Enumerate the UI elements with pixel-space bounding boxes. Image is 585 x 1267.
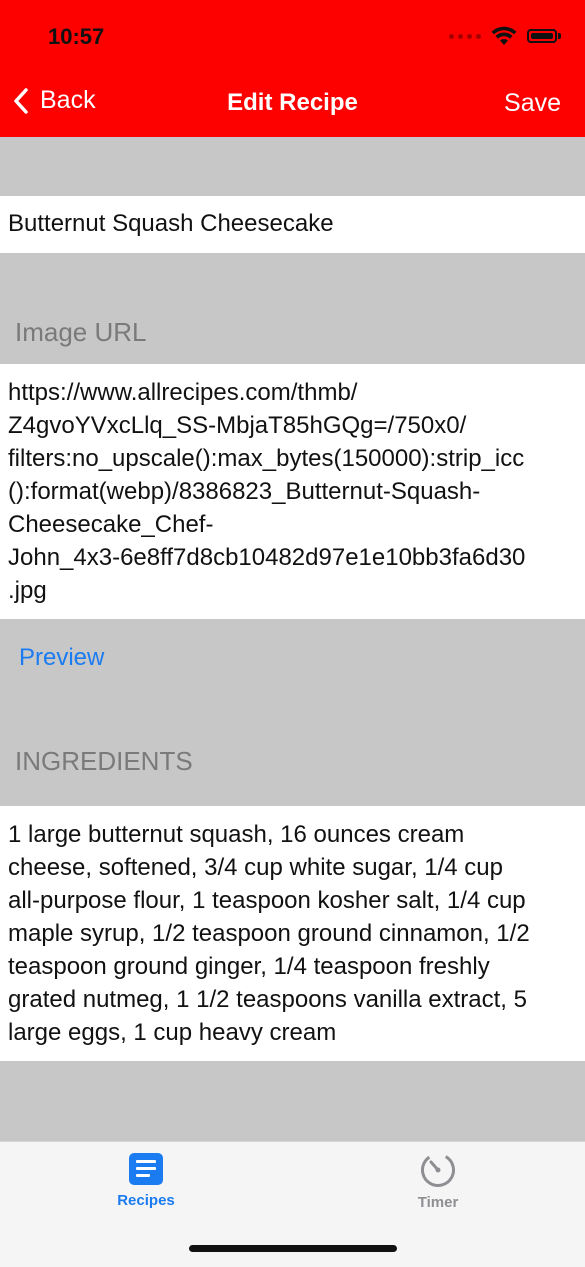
image-url-text: https://www.allrecipes.com/thmb/ Z4gvoYV… [8,376,525,607]
tab-recipes[interactable]: Recipes [86,1152,206,1209]
ingredient-line: maple syrup, 1/2 teaspoon ground cinnamo… [8,920,530,947]
url-line: filters:no_upscale():max_bytes(150000):s… [8,445,525,472]
ingredients-text: 1 large butternut squash, 16 ounces crea… [8,818,530,1049]
save-button[interactable]: Save [504,89,561,118]
ingredients-field[interactable]: 1 large butternut squash, 16 ounces crea… [0,806,585,1061]
url-line: https://www.allrecipes.com/thmb/ [8,379,358,406]
home-indicator[interactable] [189,1245,397,1252]
image-url-field[interactable]: https://www.allrecipes.com/thmb/ Z4gvoYV… [0,364,585,619]
ingredient-line: large eggs, 1 cup heavy cream [8,1019,337,1046]
tab-timer-label: Timer [417,1194,459,1211]
battery-icon [527,29,557,43]
tab-recipes-label: Recipes [117,1192,175,1209]
url-line: ():format(webp)/8386823_Butternut-Squash… [8,478,481,505]
status-icons [449,26,561,46]
url-line: .jpg [8,577,47,604]
url-line: Cheesecake_Chef- [8,511,214,538]
ingredient-line: teaspoon ground ginger, 1/4 teaspoon fre… [8,953,490,980]
ingredient-line: grated nutmeg, 1 1/2 teaspoons vanilla e… [8,986,527,1013]
page-title: Edit Recipe [227,89,358,116]
recipe-name-field[interactable]: Butternut Squash Cheesecake [0,196,585,253]
wifi-icon [491,26,517,45]
image-url-label: Image URL [15,317,147,347]
ingredient-line: cheese, softened, 3/4 cup white sugar, 1… [8,854,503,881]
cellular-icon [449,33,481,39]
timer-icon [421,1152,455,1187]
tab-timer[interactable]: Timer [378,1152,498,1211]
status-time: 10:57 [48,24,105,49]
ingredients-label: INGREDIENTS [15,746,193,776]
ingredient-line: all-purpose flour, 1 teaspoon kosher sal… [8,887,526,914]
url-line: John_4x3-6e8ff7d8cb10482d97e1e10bb3fa6d3… [8,544,526,571]
recipes-icon [129,1153,163,1185]
url-line: Z4gvoYVxcLlq_SS-MbjaT85hGQg=/750x0/ [8,412,467,439]
recipe-name-text: Butternut Squash Cheesecake [8,210,334,237]
ingredient-line: 1 large butternut squash, 16 ounces crea… [8,821,465,848]
navigation-bar: 10:57 Back Edit Recipe Save [0,0,585,137]
preview-link[interactable]: Preview [19,644,104,672]
